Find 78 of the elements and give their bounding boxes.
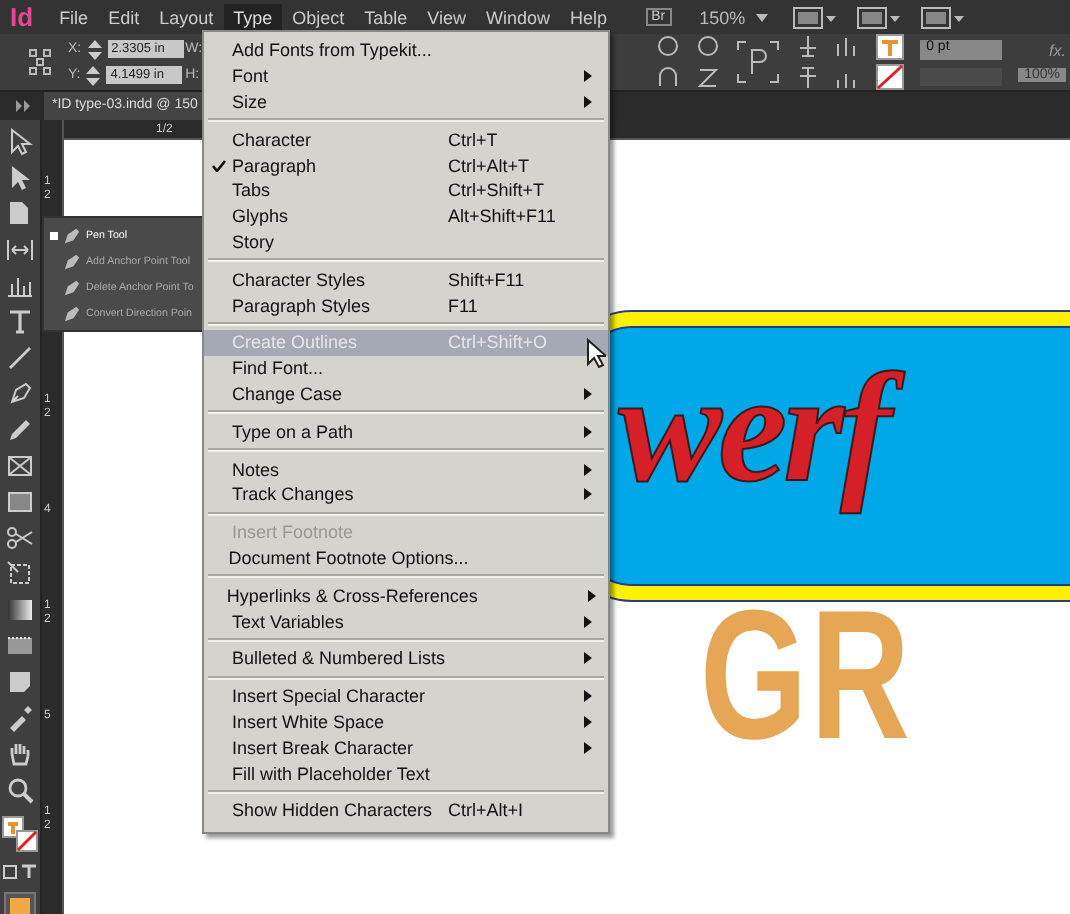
direct-selection-icon[interactable] — [6, 164, 34, 192]
menu-item[interactable]: Table — [354, 3, 418, 31]
stroke-swatch-icon[interactable] — [876, 64, 905, 90]
menu-item[interactable]: View — [417, 3, 477, 31]
menu-item[interactable]: Glyphs Alt+Shift+F11 — [204, 203, 608, 230]
menu-item[interactable]: Layout — [149, 3, 224, 31]
menu-item[interactable]: Object — [282, 3, 355, 31]
menu-item[interactable]: Font — [204, 63, 608, 90]
rectangle-tool-icon[interactable] — [6, 488, 34, 516]
menu-item[interactable]: Character Styles Shift+F11 — [204, 266, 608, 293]
menu-item[interactable]: Type on a Path — [204, 418, 608, 445]
effects-button[interactable]: fx. — [1049, 42, 1066, 60]
menu-item[interactable]: Insert White Space — [204, 709, 608, 735]
free-transform-icon[interactable] — [6, 560, 34, 588]
page-tool-icon[interactable] — [6, 200, 34, 228]
menu-item[interactable]: Hyperlinks & Cross-References — [204, 582, 608, 609]
menu-item[interactable]: Notes — [204, 456, 608, 482]
menu-item[interactable]: Tabs Ctrl+Shift+T — [204, 177, 608, 204]
align-icon[interactable] — [796, 34, 821, 58]
app-logo: Id — [8, 2, 36, 32]
menu-item[interactable]: Story — [204, 229, 608, 255]
menu-item[interactable]: Change Case — [204, 381, 608, 407]
reference-point-icon[interactable] — [28, 48, 52, 76]
layout-icon[interactable] — [791, 5, 836, 29]
zoom-tool-icon[interactable] — [6, 776, 34, 804]
menu-item[interactable]: Paragraph Styles F11 — [204, 292, 608, 318]
menu-item[interactable]: Paragraph Ctrl+Alt+T — [204, 152, 608, 178]
menu-item[interactable]: Edit — [98, 3, 150, 31]
menu-item[interactable]: File — [49, 3, 99, 31]
align-icon[interactable] — [836, 34, 861, 58]
menu-item[interactable]: Size — [204, 89, 608, 115]
spinner-icon[interactable] — [87, 39, 102, 59]
zoom-dropdown[interactable]: 150% — [699, 7, 768, 27]
checkmark-icon — [211, 159, 225, 172]
scissors-icon[interactable] — [6, 524, 34, 552]
note-tool-icon[interactable] — [6, 668, 34, 696]
gradient-feather-icon[interactable] — [6, 632, 34, 660]
text-frame-icon[interactable] — [736, 40, 781, 84]
layout-icon[interactable] — [855, 5, 900, 29]
menu-item[interactable]: Type — [223, 3, 283, 31]
mouse-pointer-icon — [586, 338, 606, 368]
menu-item[interactable]: Track Changes — [204, 481, 608, 508]
caret-icon — [755, 13, 768, 21]
artwork-lettering: werf — [606, 326, 916, 529]
layout-icon[interactable] — [919, 5, 964, 29]
submenu-arrow-icon — [584, 387, 592, 400]
submenu-arrow-icon — [584, 425, 592, 438]
eyedropper-icon[interactable] — [6, 704, 34, 732]
selection-tool-icon[interactable] — [6, 128, 34, 156]
menu-item[interactable]: Insert Special Character — [204, 683, 608, 710]
collapse-icon[interactable] — [16, 100, 32, 112]
format-icon[interactable] — [2, 864, 38, 880]
menu-item[interactable]: Document Footnote Options... — [204, 545, 608, 571]
menu-item[interactable]: Character Ctrl+T — [204, 126, 608, 153]
menu-item[interactable]: Fill with Placeholder Text — [204, 760, 608, 786]
hand-tool-icon[interactable] — [6, 740, 34, 768]
pencil-tool-icon[interactable] — [6, 416, 34, 444]
align-icon[interactable] — [796, 66, 821, 90]
menu-item[interactable]: Bulleted & Numbered Lists — [204, 645, 608, 672]
line-tool-icon[interactable] — [6, 344, 34, 372]
content-collector-icon[interactable] — [6, 272, 34, 300]
menu-item[interactable]: Help — [560, 3, 618, 31]
artwork-lettering: GR — [700, 584, 913, 768]
menu-item[interactable]: Window — [476, 3, 561, 31]
menu-item[interactable]: Add Fonts from Typekit... — [204, 38, 608, 64]
menu-item[interactable]: Insert Break Character — [204, 734, 608, 761]
pen-tool-icon[interactable] — [6, 380, 34, 408]
menu-item[interactable]: Text Variables — [204, 608, 608, 634]
menu-item[interactable]: Show Hidden Characters Ctrl+Alt+I — [204, 797, 608, 824]
frame-tool-icon[interactable] — [6, 452, 34, 480]
spinner-icon[interactable] — [86, 65, 101, 85]
menu-item[interactable]: Find Font... — [204, 355, 608, 382]
type-tool-icon[interactable] — [6, 308, 34, 336]
gap-tool-icon[interactable] — [6, 236, 34, 264]
fill-stroke-icon[interactable] — [2, 816, 38, 852]
gradient-swatch-icon[interactable] — [6, 596, 34, 624]
fill-swatch-icon[interactable] — [876, 34, 905, 60]
submenu-arrow-icon — [584, 652, 592, 665]
